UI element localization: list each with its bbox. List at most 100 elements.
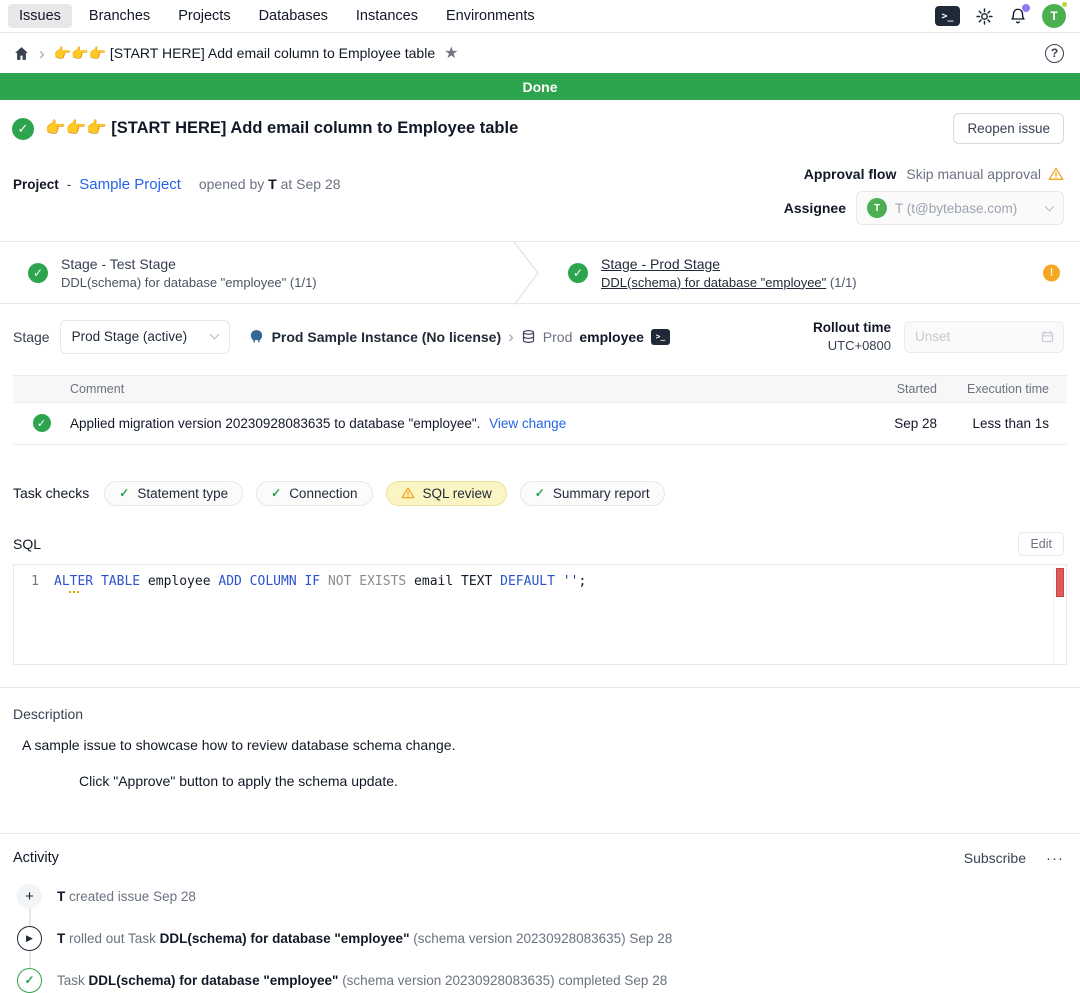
more-options-icon[interactable]: ··· xyxy=(1046,850,1064,867)
stage-test-task-name: DDL(schema) for database "employee" xyxy=(61,275,286,290)
editor-scrollbar[interactable] xyxy=(1053,565,1066,664)
breadcrumb-row: › 👉👉👉 [START HERE] Add email column to E… xyxy=(0,33,1080,73)
check-success-icon: ✓ xyxy=(271,486,281,500)
activity-item-completed: ✓ Task DDL(schema) for database "employe… xyxy=(17,968,1064,993)
activity-text: T rolled out Task DDL(schema) for databa… xyxy=(57,931,672,946)
settings-gear-icon[interactable] xyxy=(975,7,994,26)
open-sql-editor-icon[interactable]: >_ xyxy=(651,329,670,345)
sql-editor[interactable]: 1 ALTER TABLE employee ADD COLUMN IF NOT… xyxy=(13,564,1067,665)
rollout-labels: Rollout time UTC+0800 xyxy=(813,319,891,355)
postgres-icon xyxy=(248,328,265,345)
nav-tab-environments[interactable]: Environments xyxy=(435,4,546,28)
check-pill-sql-review[interactable]: SQL review xyxy=(386,481,507,506)
warning-triangle-icon xyxy=(1048,166,1064,182)
stage-prod-task-name[interactable]: DDL(schema) for database "employee" xyxy=(601,275,826,290)
sql-edit-button[interactable]: Edit xyxy=(1018,532,1064,556)
status-banner: Done xyxy=(0,73,1080,100)
rollout-input-wrap xyxy=(904,321,1064,353)
avatar-status-dot xyxy=(1061,1,1068,8)
plus-icon: + xyxy=(17,884,42,909)
project-label: Project xyxy=(13,177,59,192)
check-pill-summary-report[interactable]: ✓ Summary report xyxy=(520,481,665,506)
activity-item-rollout: ▶ T rolled out Task DDL(schema) for data… xyxy=(17,926,1064,951)
stage-test-task-count: (1/1) xyxy=(290,275,317,290)
reopen-issue-button[interactable]: Reopen issue xyxy=(953,113,1064,144)
stage-test-name: Stage - Test Stage xyxy=(61,256,317,272)
nav-tab-databases[interactable]: Databases xyxy=(248,4,339,28)
column-header-execution-time: Execution time xyxy=(937,382,1049,396)
path-chevron-icon: › xyxy=(508,328,514,345)
assignee-value: T (t@bytebase.com) xyxy=(895,201,1038,216)
sql-token: '' xyxy=(563,574,579,589)
nav-tab-projects[interactable]: Projects xyxy=(167,4,241,28)
approval-flow-label: Approval flow xyxy=(804,166,897,182)
activity-user: T xyxy=(57,931,65,946)
assignee-select[interactable]: T T (t@bytebase.com) xyxy=(856,191,1064,225)
activity-text: Task DDL(schema) for database "employee"… xyxy=(57,973,667,988)
nav-tab-issues[interactable]: Issues xyxy=(8,4,72,28)
nav-tabs: Issues Branches Projects Databases Insta… xyxy=(8,4,546,28)
breadcrumb: › 👉👉👉 [START HERE] Add email column to E… xyxy=(13,43,458,63)
activity-action: created issue xyxy=(69,889,149,904)
nav-tab-branches[interactable]: Branches xyxy=(78,4,161,28)
sql-token: IF xyxy=(304,574,327,589)
user-avatar[interactable]: T xyxy=(1042,4,1066,28)
help-icon[interactable]: ? xyxy=(1045,44,1064,63)
activity-header: Activity Subscribe ··· xyxy=(13,850,1064,867)
activity-prefix: Task xyxy=(57,973,85,988)
avatar-initial: T xyxy=(1050,9,1057,23)
star-icon[interactable]: ★ xyxy=(444,43,458,63)
row-execution-time: Less than 1s xyxy=(937,416,1049,431)
rollout-timezone: UTC+0800 xyxy=(813,337,891,355)
calendar-icon xyxy=(1040,329,1055,344)
issue-title: 👉👉👉 [START HERE] Add email column to Emp… xyxy=(45,119,942,138)
sql-token: ; xyxy=(578,574,586,589)
stage-strip: ✓ Stage - Test Stage DDL(schema) for dat… xyxy=(0,241,1080,304)
subscribe-button[interactable]: Subscribe xyxy=(964,850,1026,866)
project-dash: - xyxy=(67,176,72,192)
instance-link[interactable]: Prod Sample Instance (No license) xyxy=(272,329,502,345)
warning-triangle-icon xyxy=(401,486,415,500)
database-link[interactable]: employee xyxy=(579,329,644,345)
stage-select-label: Stage xyxy=(13,329,50,345)
row-status: ✓ xyxy=(13,414,70,432)
nav-right: >_ T xyxy=(935,4,1066,28)
check-success-icon: ✓ xyxy=(119,486,129,500)
stage-card-prod[interactable]: ✓ Stage - Prod Stage DDL(schema) for dat… xyxy=(540,242,1080,303)
check-pill-connection[interactable]: ✓ Connection xyxy=(256,481,372,506)
stage-warning-badge[interactable]: ! xyxy=(1043,264,1060,281)
assignee-row: Assignee T T (t@bytebase.com) xyxy=(784,191,1064,225)
project-link[interactable]: Sample Project xyxy=(79,176,181,193)
sql-token: employee xyxy=(148,574,218,589)
check-pill-label: SQL review xyxy=(423,486,492,501)
stage-prod-info: Stage - Prod Stage DDL(schema) for datab… xyxy=(601,256,857,290)
home-icon[interactable] xyxy=(13,45,30,62)
notifications-bell-icon[interactable] xyxy=(1009,7,1027,25)
stage-test-info: Stage - Test Stage DDL(schema) for datab… xyxy=(61,256,317,290)
issue-done-check-icon: ✓ xyxy=(12,118,34,140)
database-icon xyxy=(521,329,536,344)
issue-title-row: ✓ 👉👉👉 [START HERE] Add email column to E… xyxy=(0,100,1080,152)
assignee-label: Assignee xyxy=(784,200,846,216)
check-circle-icon: ✓ xyxy=(17,968,42,993)
check-pill-statement-type[interactable]: ✓ Statement type xyxy=(104,481,243,506)
sql-token: ADD COLUMN xyxy=(218,574,304,589)
activity-meta: (schema version 20230928083635) xyxy=(342,973,554,988)
stage-prod-check-icon: ✓ xyxy=(568,263,588,283)
activity-action: rolled out Task xyxy=(69,931,156,946)
description-section: Description A sample issue to showcase h… xyxy=(0,688,1080,811)
stage-select[interactable]: Prod Stage (active) xyxy=(60,320,230,354)
stage-prod-task-count: (1/1) xyxy=(830,275,857,290)
view-change-link[interactable]: View change xyxy=(489,416,566,431)
stage-card-test[interactable]: ✓ Stage - Test Stage DDL(schema) for dat… xyxy=(0,242,540,303)
sql-editor-icon[interactable]: >_ xyxy=(935,6,960,26)
nav-tab-instances[interactable]: Instances xyxy=(345,4,429,28)
column-header-started: Started xyxy=(867,382,937,396)
project-info: Project - Sample Project opened by T at … xyxy=(13,166,341,225)
timeline-connector xyxy=(29,951,31,968)
activity-date: Sep 28 xyxy=(624,973,667,988)
sql-code-line: 1 ALTER TABLE employee ADD COLUMN IF NOT… xyxy=(14,565,1066,589)
task-checks-label: Task checks xyxy=(13,485,89,501)
error-marker xyxy=(1056,568,1064,597)
table-row[interactable]: ✓ Applied migration version 202309280836… xyxy=(13,403,1067,444)
